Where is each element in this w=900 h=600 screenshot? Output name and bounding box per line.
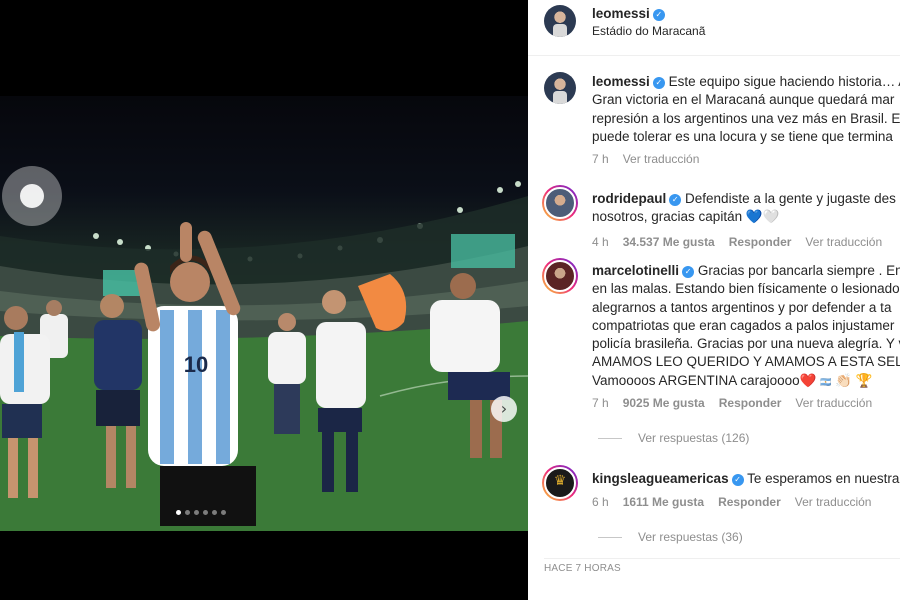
trophy-emoji: 🏆	[855, 372, 873, 388]
comment-line: Gracias por bancarla siempre . En	[697, 263, 900, 278]
comment-username[interactable]: kingsleagueamericas	[592, 471, 729, 486]
comment-text: rodridepaul ✓ Defendiste a la gente y jug…	[592, 190, 900, 227]
comment-line: Defendiste a la gente y jugaste des	[685, 191, 896, 206]
comment-line: AMAMOS LEO QUERIDO Y AMAMOS A ESTA SELEC	[592, 354, 900, 370]
verified-badge-icon: ✓	[682, 266, 695, 278]
comment-text: kingsleagueamericas ✓ Te esperamos en nue…	[592, 470, 900, 488]
reply-button[interactable]: Responder	[718, 495, 781, 509]
comment-meta: 6 h 1611 Me gusta Responder Ver traducción	[592, 495, 885, 509]
view-replies-button[interactable]: Ver respuestas (36)	[598, 530, 743, 544]
carousel-dot	[203, 510, 208, 515]
likes-count[interactable]: 1611 Me gusta	[623, 495, 704, 509]
comment-line: nosotros, gracias capitán	[592, 209, 743, 225]
caption-line: Gran victoria en el Maracaná aunque qued…	[592, 92, 895, 108]
comment-line: Vamoooos ARGENTINA carajoooo	[592, 372, 800, 388]
svg-text:10: 10	[184, 352, 208, 377]
caption-line: represión a los argentinos una vez más e…	[592, 110, 900, 126]
chevron-right-icon: ›	[500, 399, 508, 418]
comment-line: alegrarnos a tantos argentinos y por def…	[592, 299, 892, 315]
comment-avatar[interactable]	[542, 258, 578, 294]
caption-line: Este equipo sigue haciendo historia… A	[668, 74, 900, 89]
comment-meta: 7 h 9025 Me gusta Responder Ver traducción	[592, 396, 886, 410]
divider	[544, 558, 900, 559]
caption-text: leomessi ✓ Este equipo sigue haciendo his…	[592, 73, 900, 146]
clapping-emoji: 👏🏻	[835, 372, 852, 388]
comment-line: Te esperamos en nuestra l	[747, 471, 900, 486]
comment-line: policía brasileña. Gracias por una nueva…	[592, 336, 900, 352]
carousel-dot	[176, 510, 181, 515]
translate-link[interactable]: Ver traducción	[623, 152, 700, 166]
caption-username[interactable]: leomessi	[592, 74, 650, 89]
verified-badge-icon: ✓	[731, 474, 744, 486]
comment-avatar[interactable]	[542, 465, 578, 501]
caption-meta: 7 h Ver traducción	[592, 152, 713, 166]
comment-username[interactable]: rodridepaul	[592, 191, 666, 206]
comment-line: en las malas. Estando bien físicamente o…	[592, 281, 900, 297]
carousel-indicator	[176, 510, 226, 515]
stadium-scene: 10	[0, 166, 528, 531]
view-replies-button[interactable]: Ver respuestas (126)	[598, 431, 749, 445]
argentina-flag-emoji: 🇦🇷	[820, 376, 832, 387]
comment-username[interactable]: marcelotinelli	[592, 263, 679, 278]
verified-badge-icon: ✓	[669, 194, 682, 206]
blue-heart-emoji: 💙	[745, 209, 763, 225]
comment-time[interactable]: 4 h	[592, 235, 609, 249]
carousel-dot	[212, 510, 217, 515]
author-username[interactable]: leomessi ✓	[592, 6, 665, 21]
comment-time[interactable]: 6 h	[592, 495, 609, 509]
reply-button[interactable]: Responder	[719, 396, 782, 410]
media-pane: 10 ›	[0, 0, 528, 600]
carousel-dot	[194, 510, 199, 515]
likes-count[interactable]: 34.537 Me gusta	[623, 235, 715, 249]
comment-time[interactable]: 7 h	[592, 396, 609, 410]
reply-button[interactable]: Responder	[729, 235, 792, 249]
translate-link[interactable]: Ver traducción	[795, 495, 872, 509]
verified-badge-icon: ✓	[652, 77, 665, 89]
comment-time[interactable]: 7 h	[592, 152, 609, 166]
post-header: leomessi ✓ Estádio do Maracanã	[528, 0, 900, 56]
translate-link[interactable]: Ver traducción	[795, 396, 872, 410]
author-avatar[interactable]	[544, 5, 576, 37]
caption-avatar[interactable]	[544, 72, 576, 104]
comment-text: marcelotinelli ✓ Gracias por bancarla sie…	[592, 262, 900, 391]
translate-link[interactable]: Ver traducción	[805, 235, 882, 249]
comments-pane: leomessi ✓ Estádio do Maracanã leomessi ✓ …	[528, 0, 900, 600]
carousel-dot	[185, 510, 190, 515]
comment-avatar[interactable]	[542, 185, 578, 221]
author-username-text[interactable]: leomessi	[592, 6, 650, 21]
white-heart-emoji: 🤍	[762, 209, 780, 225]
carousel-dot	[221, 510, 226, 515]
likes-count[interactable]: 9025 Me gusta	[623, 396, 705, 410]
caption-line: puede tolerar es una locura y se tiene q…	[592, 128, 893, 144]
post-timestamp[interactable]: HACE 7 HORAS	[544, 563, 621, 574]
verified-badge-icon: ✓	[652, 9, 665, 21]
comment-line: compatriotas que eran cagados a palos in…	[592, 317, 895, 333]
post-photo[interactable]: 10 ›	[0, 96, 528, 531]
red-heart-emoji: ❤️	[799, 372, 817, 388]
comment-meta: 4 h 34.537 Me gusta Responder Ver traducció…	[592, 235, 896, 249]
next-photo-button[interactable]: ›	[491, 396, 517, 422]
post-location[interactable]: Estádio do Maracanã	[592, 24, 705, 38]
